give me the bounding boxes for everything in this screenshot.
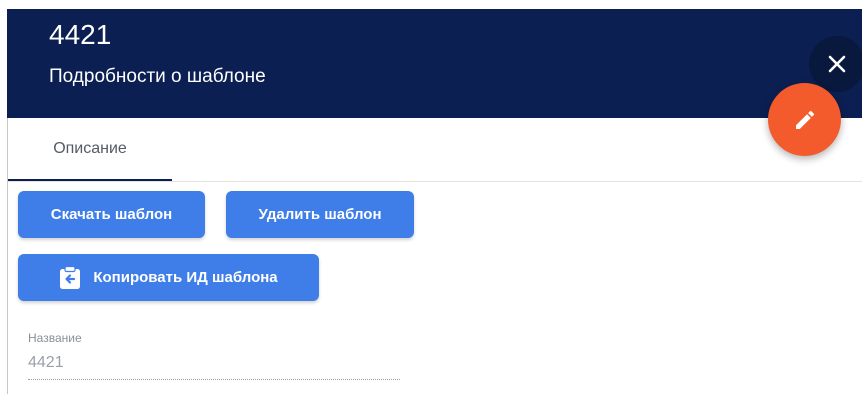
panel-subtitle: Подробности о шаблоне xyxy=(49,66,266,87)
panel-header: 4421 Подробности о шаблоне xyxy=(7,9,862,118)
copy-template-id-label: Копировать ИД шаблона xyxy=(93,269,278,286)
copy-template-id-button[interactable]: Копировать ИД шаблона xyxy=(18,254,319,301)
close-icon xyxy=(828,55,846,73)
delete-template-button[interactable]: Удалить шаблон xyxy=(226,191,414,238)
template-details-panel: 4421 Подробности о шаблоне Описание Скач… xyxy=(0,0,862,394)
tab-description[interactable]: Описание xyxy=(8,118,172,181)
clipboard-copy-icon xyxy=(59,265,81,290)
close-button[interactable] xyxy=(809,36,862,92)
download-template-button[interactable]: Скачать шаблон xyxy=(18,191,205,238)
template-id-title: 4421 xyxy=(49,19,112,50)
name-field-value: 4421 xyxy=(28,349,400,380)
name-field-label: Название xyxy=(28,331,82,345)
tab-bar: Описание xyxy=(8,118,862,182)
